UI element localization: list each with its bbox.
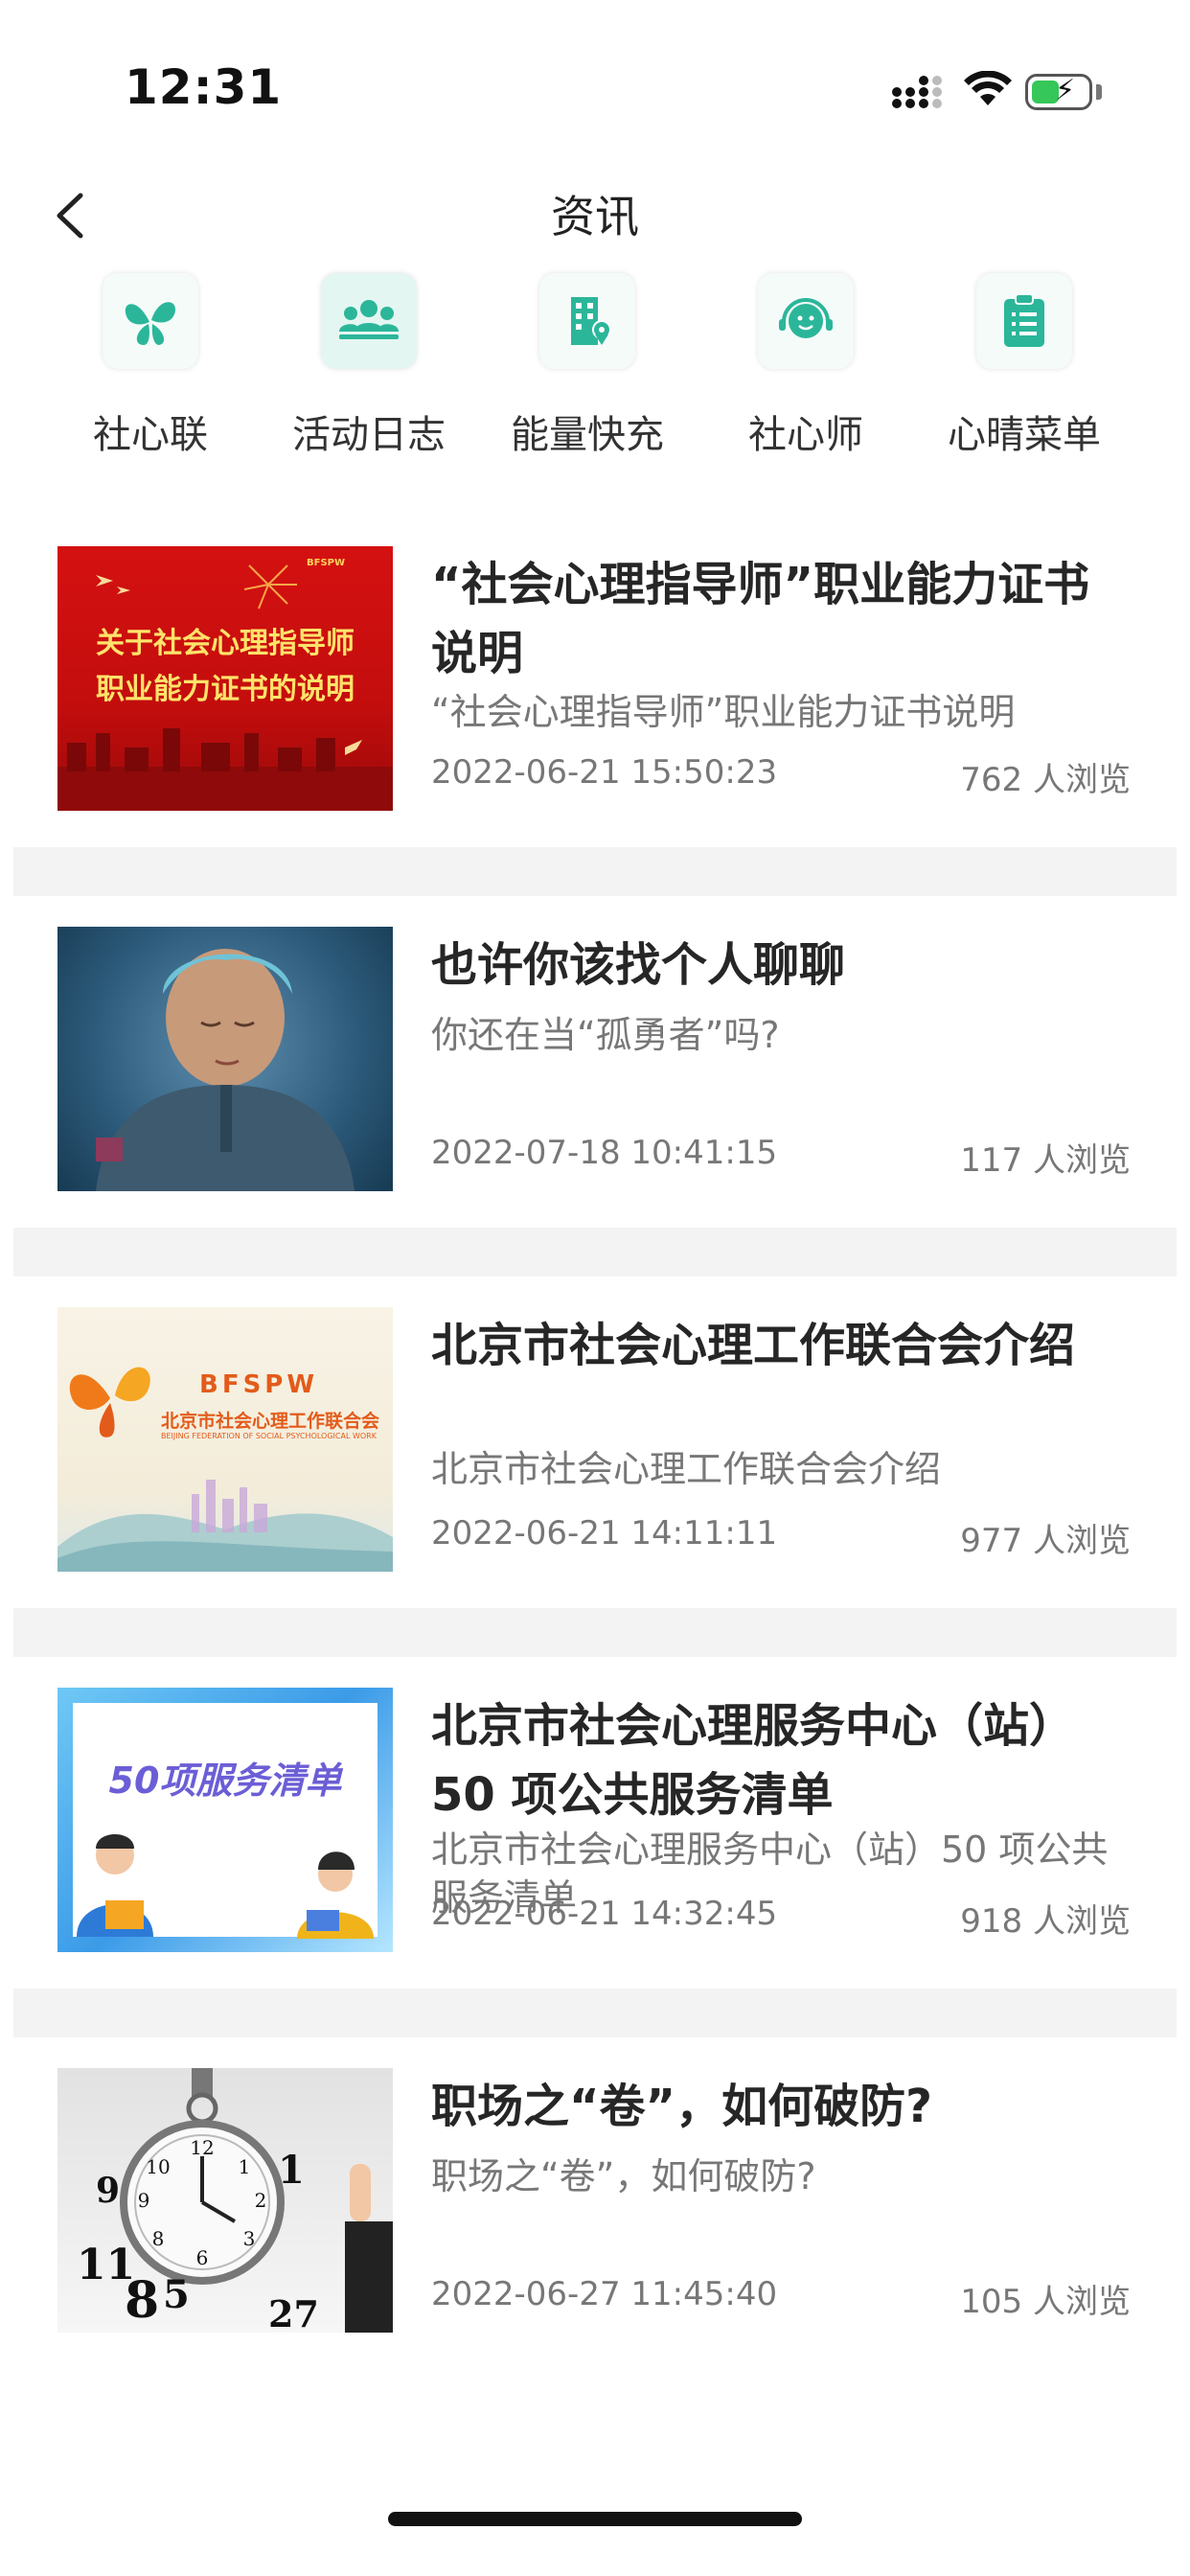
category-shesinlian[interactable]: 社心联 [50, 273, 251, 459]
svg-text:3: 3 [243, 2227, 256, 2250]
category-mood-menu[interactable]: 心晴菜单 [924, 273, 1125, 459]
news-thumbnail: BFSPW 北京市社会心理工作联合会 BEIJING FEDERATION OF… [57, 1307, 393, 1572]
svg-text:27: 27 [268, 2292, 319, 2333]
status-time: 12:31 [125, 59, 283, 115]
category-label: 社心师 [748, 413, 863, 457]
svg-text:6: 6 [196, 2246, 209, 2269]
news-thumbnail [57, 927, 393, 1191]
news-item[interactable]: 也许你该找个人聊聊 你还在当“孤勇者”吗? 2022-07-18 10:41:1… [0, 896, 1190, 1228]
battery-tip [1096, 84, 1102, 100]
news-title: 北京市社会心理工作联合会介绍 [431, 1319, 1076, 1372]
butterfly-icon [103, 273, 198, 369]
status-bar: 12:31 ⚡ [0, 0, 1190, 182]
category-energy-charge[interactable]: 能量快充 [487, 273, 688, 459]
news-views: 105 人浏览 [960, 2283, 1131, 2321]
headset-person-icon [758, 273, 854, 369]
list-separator [13, 1228, 1177, 1276]
clipboard-list-icon [976, 273, 1072, 369]
news-item[interactable]: 50项服务清单 北京市社会心理服务中心（站）50 项公共服务清单 北京市社会心理… [0, 1657, 1190, 1989]
building-pin-icon [539, 273, 635, 369]
news-item[interactable]: BFSPW 关于社会心理指导师 职业能力证书的说明 “社会心理指导师”职业能力证… [0, 516, 1190, 847]
news-item[interactable]: BFSPW 北京市社会心理工作联合会 BEIJING FEDERATION OF… [0, 1276, 1190, 1608]
thumb-text-line: BFSPW [199, 1370, 319, 1399]
svg-text:8: 8 [125, 2271, 159, 2330]
news-date: 2022-06-27 11:45:40 [431, 2275, 778, 2313]
category-label: 能量快充 [511, 413, 664, 457]
news-date: 2022-06-21 14:32:45 [431, 1895, 778, 1933]
list-separator [13, 847, 1177, 896]
svg-text:12: 12 [190, 2136, 214, 2159]
news-date: 2022-07-18 10:41:15 [431, 1134, 778, 1172]
news-summary: 你还在当“孤勇者”吗? [431, 1014, 780, 1056]
category-label: 社心联 [93, 413, 208, 457]
svg-text:8: 8 [152, 2227, 165, 2250]
news-thumbnail: 50项服务清单 [57, 1688, 393, 1952]
home-indicator[interactable] [388, 2512, 802, 2526]
group-icon [321, 273, 417, 369]
wifi-icon [964, 71, 1012, 105]
category-counselor[interactable]: 社心师 [705, 273, 906, 459]
news-thumbnail: 12 1 2 368 9 10 9 11 85 27 1 [57, 2068, 393, 2333]
list-separator [13, 1608, 1177, 1657]
news-summary: 北京市社会心理工作联合会介绍 [431, 1448, 942, 1490]
news-title: “社会心理指导师”职业能力证书说明 [431, 558, 1090, 680]
news-summary: 职场之“卷”，如何破防? [431, 2155, 816, 2197]
category-label: 心晴菜单 [948, 413, 1101, 457]
thumb-text-line: 职业能力证书的说明 [96, 673, 355, 706]
news-views: 762 人浏览 [960, 761, 1131, 799]
category-row: 社心联 活动日志 能量快充 社心师 心晴菜单 [0, 273, 1190, 465]
news-list: BFSPW 关于社会心理指导师 职业能力证书的说明 “社会心理指导师”职业能力证… [0, 516, 1190, 2369]
category-label: 活动日志 [292, 413, 446, 457]
list-separator [13, 1989, 1177, 2037]
svg-text:5: 5 [163, 2272, 190, 2317]
news-thumbnail: BFSPW 关于社会心理指导师 职业能力证书的说明 [57, 546, 393, 811]
svg-text:BFSPW: BFSPW [307, 558, 345, 568]
news-title: 也许你该找个人聊聊 [431, 938, 846, 992]
category-activity-log[interactable]: 活动日志 [268, 273, 469, 459]
news-date: 2022-06-21 15:50:23 [431, 753, 778, 792]
svg-text:1: 1 [278, 2148, 305, 2193]
svg-text:9: 9 [96, 2171, 120, 2211]
svg-text:2: 2 [255, 2189, 267, 2212]
cellular-signal-icon [892, 76, 942, 108]
svg-text:10: 10 [146, 2155, 170, 2178]
news-summary: “社会心理指导师”职业能力证书说明 [431, 691, 1016, 733]
news-views: 918 人浏览 [960, 1902, 1131, 1941]
news-views: 117 人浏览 [960, 1141, 1131, 1180]
thumb-text-line: 关于社会心理指导师 [96, 627, 355, 660]
news-title: 北京市社会心理服务中心（站）50 项公共服务清单 [431, 1699, 1076, 1822]
svg-text:9: 9 [138, 2189, 150, 2212]
thumb-text-line: 北京市社会心理工作联合会 [161, 1411, 380, 1432]
news-date: 2022-06-21 14:11:11 [431, 1514, 778, 1552]
news-item[interactable]: 12 1 2 368 9 10 9 11 85 27 1 职场之“卷”，如何破防? 职场之… [0, 2037, 1190, 2369]
svg-text:1: 1 [239, 2155, 251, 2178]
page-title: 资讯 [551, 191, 639, 242]
news-views: 977 人浏览 [960, 1522, 1131, 1560]
thumb-text-line: BEIJING FEDERATION OF SOCIAL PSYCHOLOGIC… [161, 1432, 377, 1440]
battery-icon: ⚡ [1025, 74, 1092, 110]
news-title: 职场之“卷”，如何破防? [431, 2080, 932, 2133]
